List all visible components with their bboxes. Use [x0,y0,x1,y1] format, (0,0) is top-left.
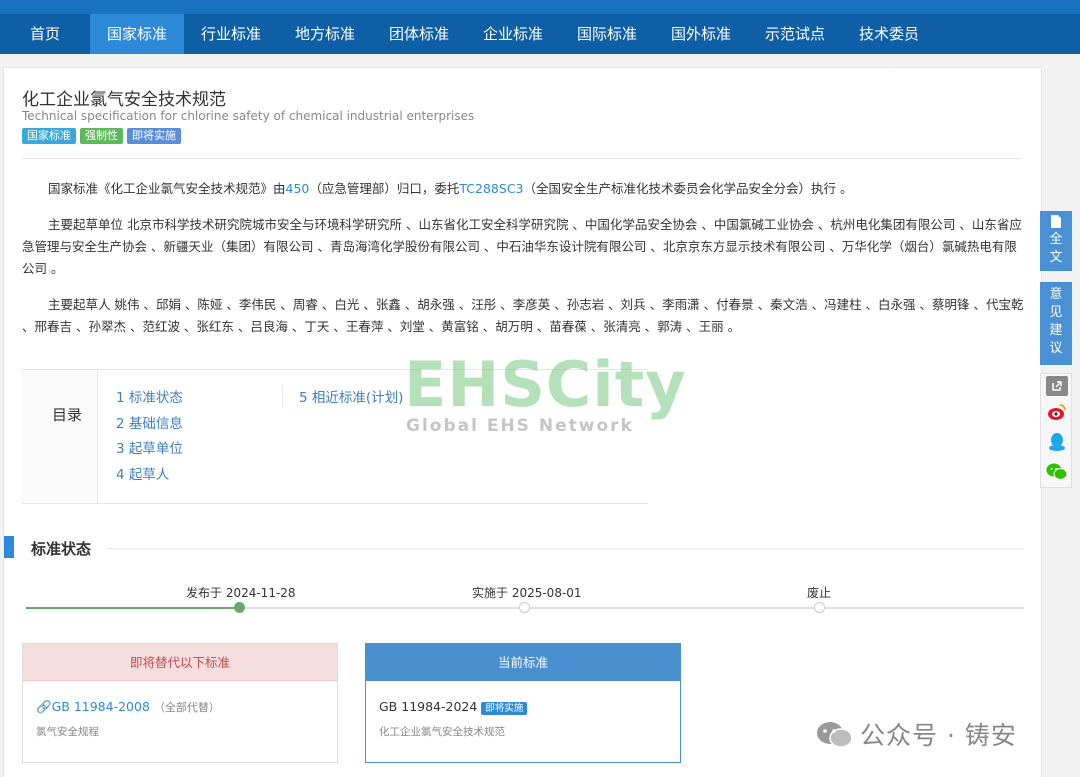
share-panel [1040,373,1072,488]
toc-item-similar-standards[interactable]: 5 相近标准(计划) [299,386,403,412]
intro-paragraph: 国家标准《化工企业氯气安全技术规范》由450（应急管理部）归口，委托TC288S… [22,178,1024,200]
replaced-code[interactable]: GB 11984-2008 [52,699,150,714]
tag-national: 国家标准 [22,128,76,144]
full-text-label: 全文 [1049,232,1063,265]
qq-icon[interactable] [1046,432,1068,452]
weibo-icon[interactable] [1046,402,1068,422]
drafters-paragraph: 主要起草人 姚伟 、邱娟 、陈娅 、李伟民 、周睿 、白光 、张鑫 、胡永强 、… [22,297,1024,334]
nav-item-enterprise[interactable]: 企业标准 [466,14,560,54]
nav-item-committee[interactable]: 技术委员会 [842,14,936,83]
timeline-dot-abolished [814,602,825,613]
replaced-name: 氯气安全规程 [36,726,99,738]
page-subtitle-en: Technical specification for chlorine saf… [22,109,475,123]
full-text-button[interactable]: 全文 [1040,211,1072,271]
replaced-standards-box: 即将替代以下标准 🔗GB 11984-2008 （全部代替） 氯气安全规程 [22,643,338,763]
timeline-label-published: 发布于 2024-11-28 [186,586,296,600]
toc-column-1: 1 标准状态 2 基础信息 3 起草单位 4 起草人 [116,386,183,488]
divider [22,158,1022,159]
intro-mid: （应急管理部）归口，委托 [309,181,460,196]
current-code-line: GB 11984-2024 即将实施 [379,699,528,715]
timeline-dot-effective [519,602,530,613]
replaced-note: （全部代替） [153,701,220,714]
wechat-share-icon[interactable] [1046,462,1068,482]
nav-item-international[interactable]: 国际标准 [560,14,654,54]
suggestion-button[interactable]: 意见建议 [1040,282,1072,365]
current-standard-box: 当前标准 GB 11984-2024 即将实施 化工企业氯气安全技术规范 [365,643,681,763]
toc-column-2: 5 相近标准(计划) [282,386,403,408]
current-header: 当前标准 [366,644,680,681]
replaced-standard-link[interactable]: 🔗GB 11984-2008 （全部代替） [36,699,220,715]
nav-items: 首页 国家标准 行业标准 地方标准 团体标准 企业标准 国际标准 国外标准 示范… [0,14,936,83]
tag-group: 国家标准 强制性 即将实施 [22,128,181,144]
current-code: GB 11984-2024 [379,699,478,714]
watermark-logo-text: EHSCity [404,348,687,421]
timeline-label-abolished: 废止 [807,586,832,600]
nav-item-local[interactable]: 地方标准 [278,14,372,54]
current-badge: 即将实施 [481,702,528,715]
section-marker [4,536,14,558]
tc-450-link[interactable]: 450 [286,181,310,196]
toc-item-status[interactable]: 1 标准状态 [116,386,183,412]
wechat-account-watermark: 公众号 · 铸安 [816,716,1017,752]
timeline-label-effective: 实施于 2025-08-01 [472,586,582,600]
suggestion-label: 意见建议 [1049,287,1063,356]
ehscity-watermark: EHSCity Global EHS Network [404,348,687,437]
tag-mandatory: 强制性 [80,128,123,144]
toc-label: 目录 [52,406,83,424]
toc-label-box: 目录 [22,370,98,503]
intro-suffix: （全国安全生产标准化技术委员会化学品安全分会）执行 。 [523,181,853,196]
toc-item-drafters[interactable]: 4 起草人 [116,463,183,489]
replaced-header: 即将替代以下标准 [23,644,337,681]
page-title: 化工企业氯气安全技术规范 [22,90,226,110]
nav-item-group[interactable]: 团体标准 [372,14,466,54]
toc-item-drafting-units[interactable]: 3 起草单位 [116,437,183,463]
tc288sc3-link[interactable]: TC288SC3 [459,181,523,196]
share-icon[interactable] [1046,376,1068,396]
top-navigation: 首页 国家标准 行业标准 地方标准 团体标准 企业标准 国际标准 国外标准 示范… [0,0,1080,83]
nav-item-home[interactable]: 首页 [0,14,90,54]
nav-item-industry[interactable]: 行业标准 [184,14,278,54]
section-divider [106,548,1024,549]
timeline-progress [26,607,240,609]
drafting-units-paragraph: 主要起草单位 北京市科学技术研究院城市安全与环境科学研究所 、山东省化工安全科学… [22,217,1022,276]
nav-item-foreign[interactable]: 国外标准 [654,14,748,54]
wechat-icon [816,721,854,748]
tag-upcoming: 即将实施 [127,128,181,144]
timeline-dot-published [234,602,245,613]
toc-item-basic-info[interactable]: 2 基础信息 [116,412,183,438]
current-name: 化工企业氯气安全技术规范 [379,726,505,738]
link-icon: 🔗 [36,699,52,714]
nav-item-pilot[interactable]: 示范试点 [748,14,842,54]
wechat-account-name: 公众号 · 铸安 [860,721,1017,750]
intro-prefix: 国家标准《化工企业氯气安全技术规范》由 [48,181,286,196]
nav-item-national[interactable]: 国家标准 [90,14,184,54]
section-title-status: 标准状态 [31,540,92,558]
standard-detail-card: 化工企业氯气安全技术规范 Technical specification for… [3,67,1042,777]
